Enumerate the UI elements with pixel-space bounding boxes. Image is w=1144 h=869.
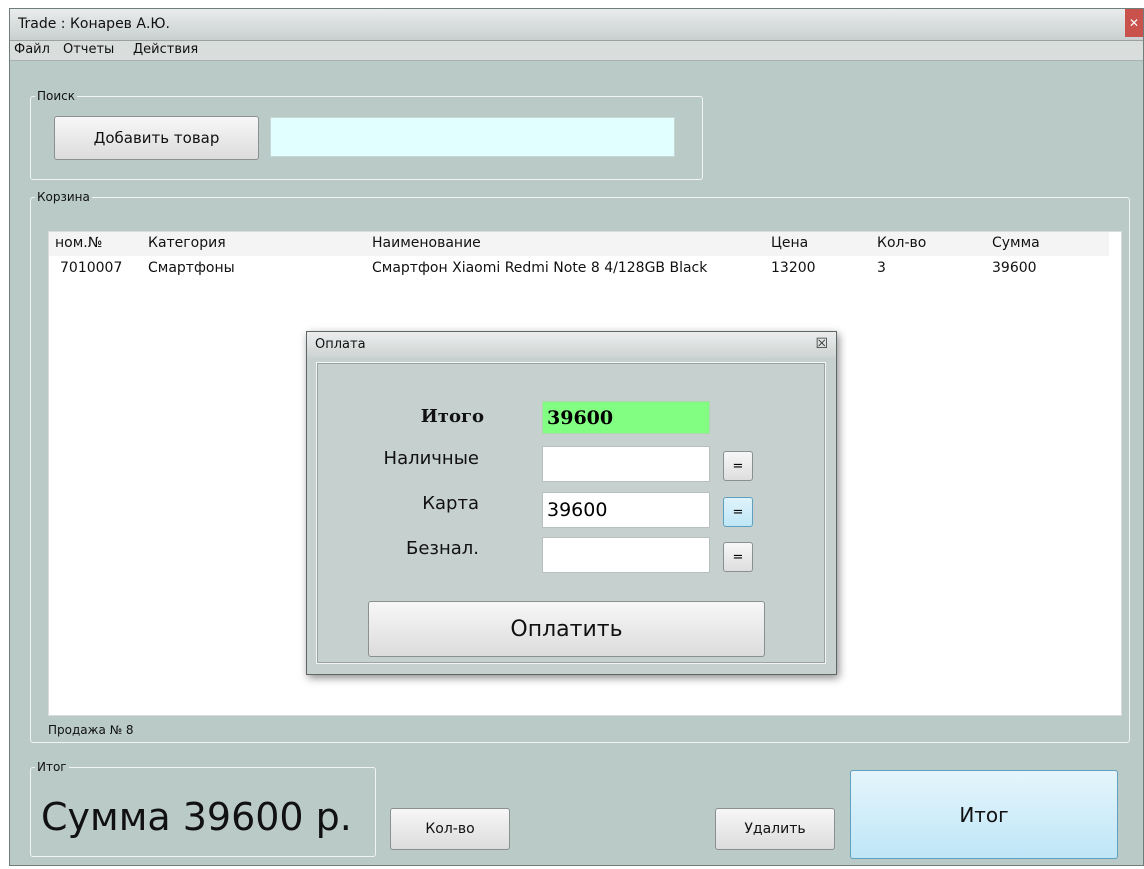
column-header-category[interactable]: Категория xyxy=(148,235,226,251)
cash-input[interactable] xyxy=(542,446,710,482)
noncash-label: Безнал. xyxy=(405,538,479,559)
column-header-price[interactable]: Цена xyxy=(771,235,808,251)
card-input[interactable]: 39600 xyxy=(542,492,710,528)
card-equals-button[interactable]: = xyxy=(723,497,753,527)
total-value-field: 39600 xyxy=(542,401,710,434)
column-header-sum[interactable]: Сумма xyxy=(992,235,1040,251)
cash-equals-button[interactable]: = xyxy=(723,451,753,481)
total-group-title: Итог xyxy=(37,760,67,774)
total-sum-text: Сумма 39600 р. xyxy=(41,795,352,839)
sale-number: Продажа № 8 xyxy=(48,723,134,737)
payment-dialog: Оплата ☒ Итого 39600 Наличные = Карта 39… xyxy=(306,331,837,675)
card-label: Карта xyxy=(422,493,479,514)
total-button[interactable]: Итог xyxy=(850,770,1118,859)
cart-group-title: Корзина xyxy=(37,190,90,204)
total-label: Итого xyxy=(420,406,484,427)
row-sum: 39600 xyxy=(992,260,1037,276)
noncash-input[interactable] xyxy=(542,537,710,573)
dialog-close-icon[interactable]: ☒ xyxy=(815,336,828,352)
table-row[interactable]: 7010007 Смартфоны Смартфон Xiaomi Redmi … xyxy=(49,258,1109,280)
quantity-button[interactable]: Кол-во xyxy=(390,808,510,850)
dialog-title: Оплата xyxy=(315,337,366,352)
title-bar: Trade : Конарев А.Ю. ✕ xyxy=(10,9,1143,41)
noncash-equals-button[interactable]: = xyxy=(723,542,753,572)
menu-file[interactable]: Файл xyxy=(14,42,50,57)
menu-reports[interactable]: Отчеты xyxy=(63,42,114,57)
window-title: Trade : Конарев А.Ю. xyxy=(18,16,170,32)
window-close-button[interactable]: ✕ xyxy=(1125,9,1143,37)
add-product-button[interactable]: Добавить товар xyxy=(54,116,259,160)
row-number: 7010007 xyxy=(60,260,123,276)
search-group-title: Поиск xyxy=(37,89,76,103)
search-input[interactable] xyxy=(270,117,675,157)
column-header-number[interactable]: ном.№ xyxy=(55,235,102,251)
row-category: Смартфоны xyxy=(148,260,235,276)
cart-table-header: ном.№ Категория Наименование Цена Кол-во… xyxy=(49,232,1109,256)
column-header-quantity[interactable]: Кол-во xyxy=(877,235,926,251)
column-header-name[interactable]: Наименование xyxy=(372,235,481,251)
pay-button[interactable]: Оплатить xyxy=(368,601,765,657)
dialog-title-bar: Оплата ☒ xyxy=(307,332,836,358)
main-window: Trade : Конарев А.Ю. ✕ Файл Отчеты Дейст… xyxy=(9,8,1144,866)
cash-label: Наличные xyxy=(383,448,479,469)
menu-actions[interactable]: Действия xyxy=(133,42,198,57)
delete-button[interactable]: Удалить xyxy=(715,808,835,850)
menu-bar: Файл Отчеты Действия xyxy=(10,41,1143,61)
row-price: 13200 xyxy=(771,260,816,276)
row-name: Смартфон Xiaomi Redmi Note 8 4/128GB Bla… xyxy=(372,260,708,276)
row-quantity: 3 xyxy=(877,260,886,276)
